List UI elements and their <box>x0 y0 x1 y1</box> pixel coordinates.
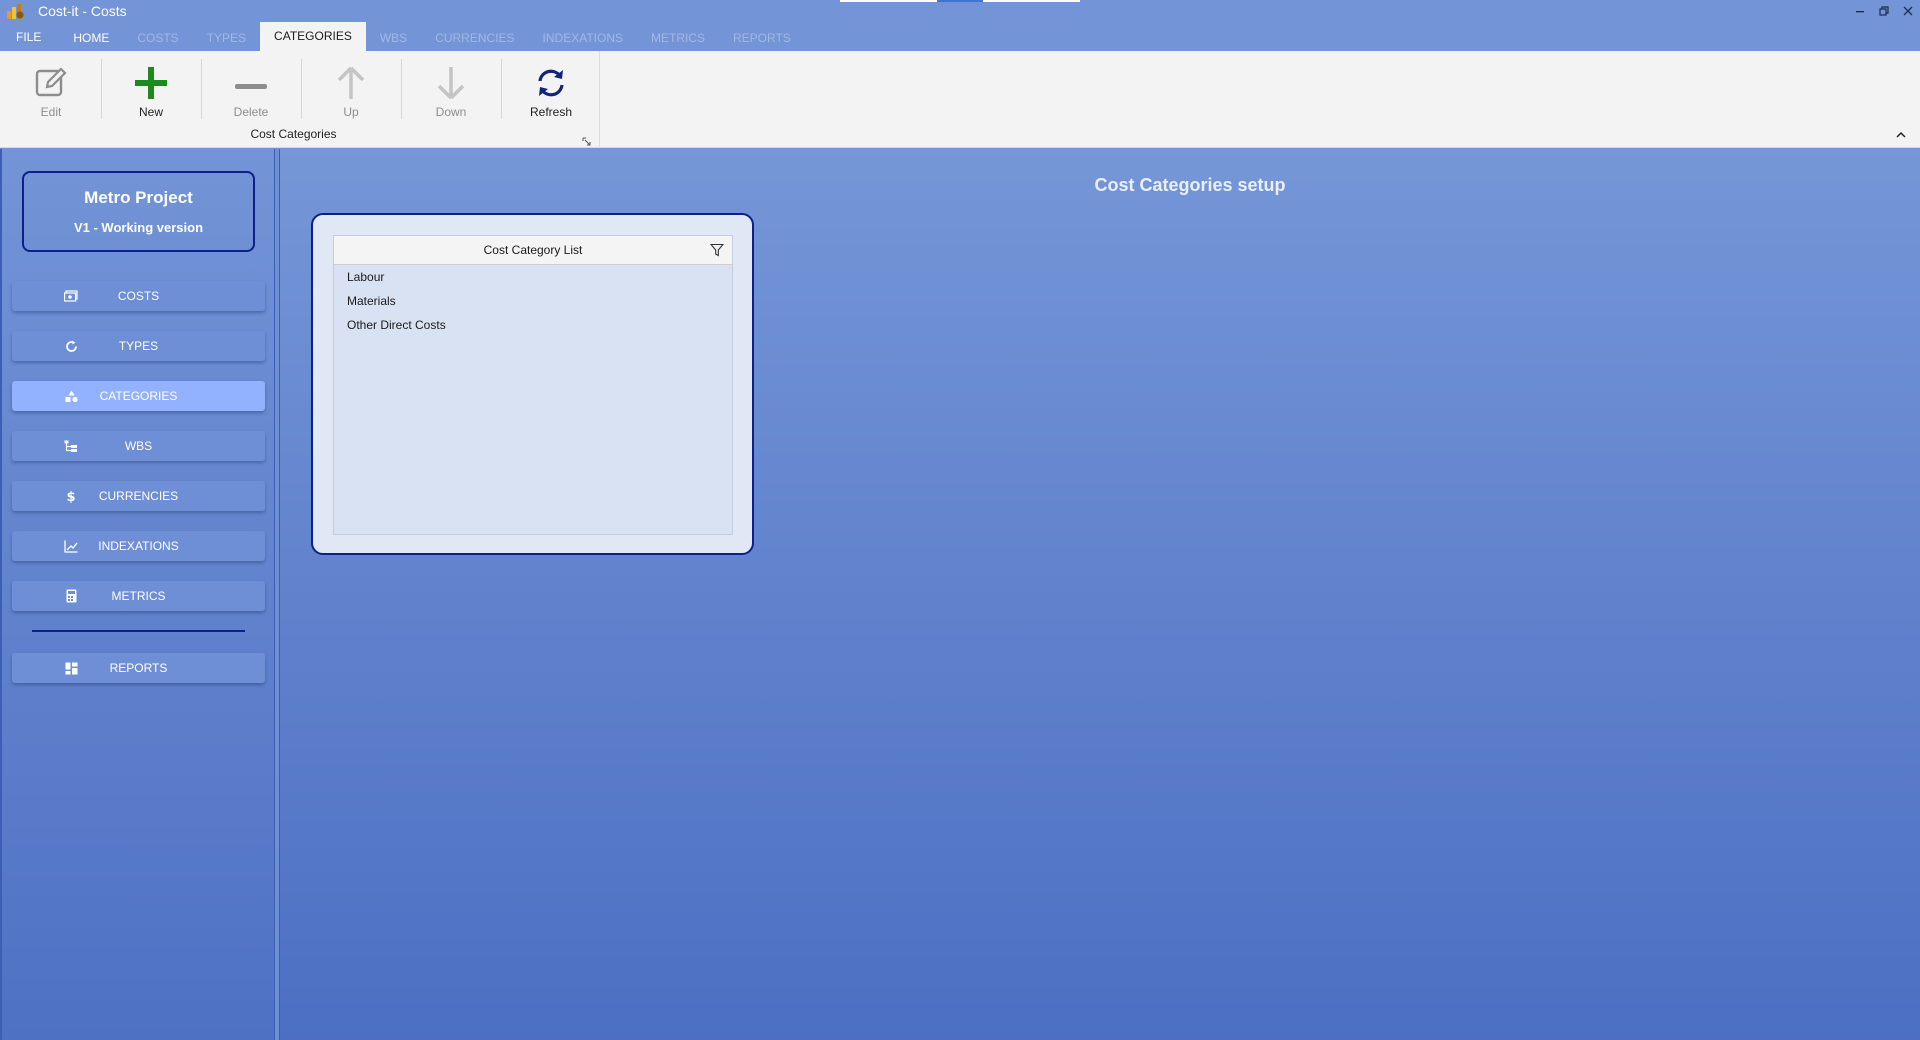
tab-metrics: METRICS <box>651 31 705 45</box>
down-button: Down <box>406 63 496 123</box>
project-card: Metro Project V1 - Working version <box>22 171 255 252</box>
tab-wbs: WBS <box>379 31 408 45</box>
tab-categories[interactable]: CATEGORIES <box>260 22 366 51</box>
up-label: Up <box>343 105 359 119</box>
restore-button[interactable] <box>1872 0 1896 22</box>
dialog-launcher-icon[interactable] <box>582 133 591 146</box>
project-name: Metro Project <box>84 188 193 207</box>
sidebar-item-currencies[interactable]: $ CURRENCIES <box>12 481 265 511</box>
app-logo-icon <box>6 0 28 22</box>
minimize-button[interactable] <box>1848 0 1872 22</box>
svg-text:$: $ <box>66 490 75 503</box>
project-version: V1 - Working version <box>73 220 204 235</box>
plus-icon <box>131 63 171 103</box>
page-title: Cost Categories setup <box>1094 175 1286 195</box>
title-bar: Cost-it - Costs <box>0 0 1920 22</box>
dollar-icon: $ <box>64 489 78 503</box>
ribbon-panel: Edit New Delete Up Down Refresh Cost Cat… <box>0 51 1920 148</box>
tab-file[interactable]: FILE <box>0 22 59 51</box>
sidebar-item-types[interactable]: TYPES <box>12 331 265 361</box>
ribbon-group-label: Cost Categories <box>250 127 337 141</box>
shapes-icon <box>64 389 78 403</box>
sidebar-item-categories[interactable]: CATEGORIES <box>12 381 265 411</box>
close-icon <box>1903 6 1913 16</box>
edit-button: Edit <box>6 63 96 123</box>
delete-label: Delete <box>233 105 269 119</box>
tab-indexations: INDEXATIONS <box>542 31 623 45</box>
dashboard-icon <box>64 661 78 675</box>
sidebar-item-wbs[interactable]: WBS <box>12 431 265 461</box>
window-controls <box>1848 0 1920 22</box>
circle-refresh-icon <box>64 339 78 353</box>
arrow-down-icon <box>431 63 471 103</box>
sidebar-item-label: CURRENCIES <box>98 489 179 503</box>
line-chart-icon <box>64 539 78 553</box>
down-label: Down <box>435 105 467 119</box>
calculator-icon <box>64 589 78 603</box>
list-item[interactable]: Materials <box>334 289 732 313</box>
sidebar-item-label: TYPES <box>118 339 159 353</box>
ribbon-collapse-button[interactable] <box>1896 131 1906 142</box>
chevron-up-icon <box>1896 131 1906 138</box>
sidebar-item-costs[interactable]: COSTS <box>12 281 265 311</box>
edit-label: Edit <box>40 105 62 119</box>
close-button[interactable] <box>1896 0 1920 22</box>
refresh-label: Refresh <box>529 105 573 119</box>
sidebar: Metro Project V1 - Working version COSTS… <box>0 149 274 1040</box>
minus-icon <box>231 63 271 103</box>
new-button[interactable]: New <box>106 63 196 123</box>
minimize-icon <box>1856 11 1864 13</box>
edit-icon <box>31 63 71 103</box>
new-label: New <box>138 105 163 119</box>
list-item[interactable]: Other Direct Costs <box>334 313 732 337</box>
sidebar-item-metrics[interactable]: METRICS <box>12 581 265 611</box>
grid-header[interactable]: Cost Category List <box>334 236 732 265</box>
tab-costs: COSTS <box>137 31 179 45</box>
delete-button: Delete <box>206 63 296 123</box>
category-grid[interactable]: Cost Category List Labour Materials Othe… <box>333 235 733 535</box>
sidebar-item-label: REPORTS <box>109 661 168 675</box>
filter-icon[interactable] <box>709 243 725 257</box>
money-icon <box>64 289 78 303</box>
tab-currencies: CURRENCIES <box>435 31 515 45</box>
window-title: Cost-it - Costs <box>38 3 127 19</box>
restore-icon <box>1879 6 1889 16</box>
sidebar-item-label: WBS <box>124 439 153 453</box>
sidebar-item-indexations[interactable]: INDEXATIONS <box>12 531 265 561</box>
tab-reports: REPORTS <box>733 31 791 45</box>
refresh-button[interactable]: Refresh <box>506 63 596 123</box>
sidebar-item-label: COSTS <box>117 289 160 303</box>
tab-home[interactable]: HOME <box>59 26 123 51</box>
ribbon-tab-bar: FILE HOME COSTS TYPES CATEGORIES WBS CUR… <box>0 22 1920 51</box>
sidebar-item-label: INDEXATIONS <box>98 539 179 553</box>
refresh-icon <box>531 63 571 103</box>
sidebar-item-label: METRICS <box>111 589 166 603</box>
up-button: Up <box>306 63 396 123</box>
main-content: Cost Categories setup Cost Category List… <box>280 149 1920 1040</box>
grid-header-label: Cost Category List <box>483 243 583 257</box>
sidebar-item-reports[interactable]: REPORTS <box>12 653 265 683</box>
sidebar-divider <box>32 630 245 632</box>
tree-structure-icon <box>64 439 78 453</box>
list-item[interactable]: Labour <box>334 265 732 289</box>
ribbon-group-cost-categories: Edit New Delete Up Down Refresh Cost Cat… <box>0 51 600 148</box>
category-list-card: Cost Category List Labour Materials Othe… <box>311 213 754 555</box>
sidebar-item-label: CATEGORIES <box>99 389 178 403</box>
tab-types: TYPES <box>206 31 247 45</box>
arrow-up-icon <box>331 63 371 103</box>
title-accent-bar <box>840 0 1080 2</box>
